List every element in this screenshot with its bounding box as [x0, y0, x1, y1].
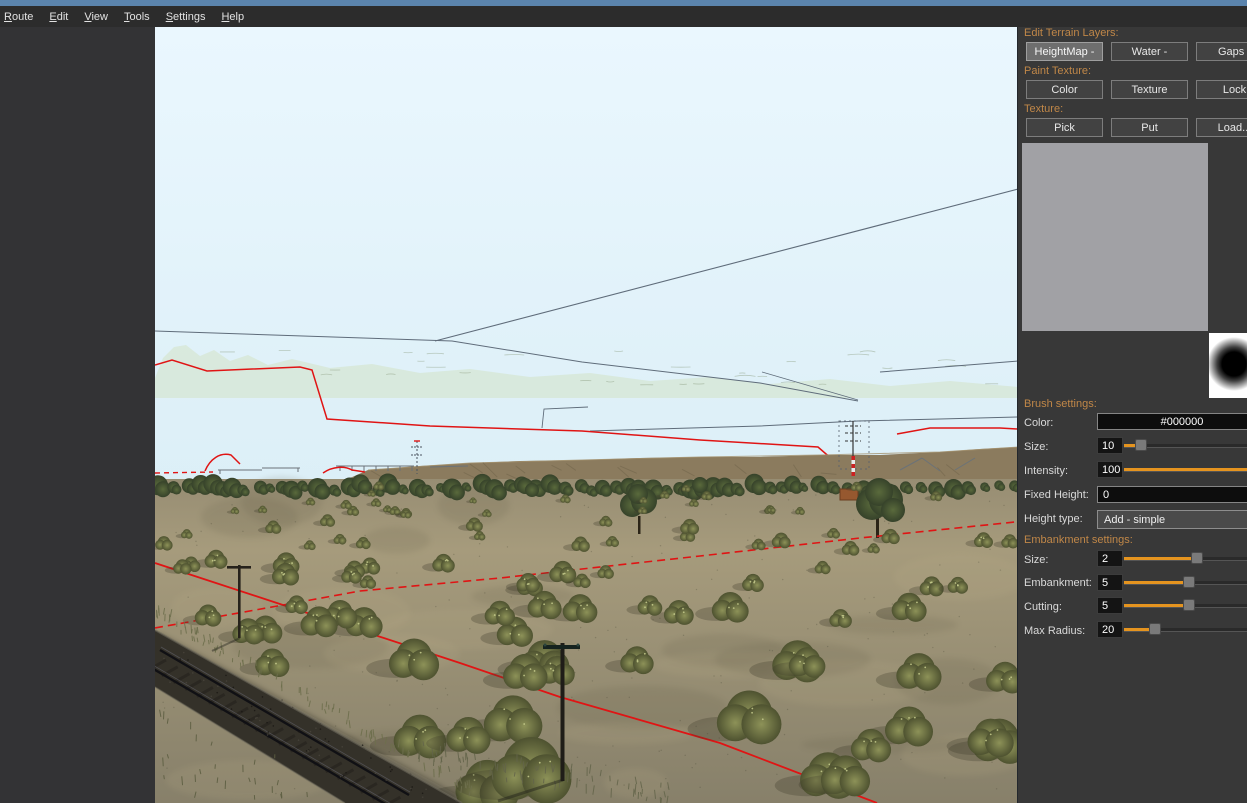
texture-load-button[interactable]: Load... — [1196, 118, 1247, 137]
embankment-field[interactable]: 5 — [1097, 574, 1123, 591]
texture-pick-button[interactable]: Pick — [1026, 118, 1103, 137]
fixed-height-label: Fixed Height: — [1024, 489, 1089, 501]
embankment-label: Embankment: — [1024, 577, 1092, 589]
height-type-dropdown[interactable]: Add - simple — [1097, 510, 1247, 529]
gaps-layer-button[interactable]: Gaps - — [1196, 42, 1247, 61]
slider-handle[interactable] — [1191, 552, 1203, 564]
menu-settings[interactable]: Settings — [165, 9, 207, 25]
embankment-settings-label: Embankment settings: — [1024, 534, 1133, 546]
edit-terrain-layers-label: Edit Terrain Layers: — [1024, 27, 1119, 39]
paint-texture-button[interactable]: Texture — [1111, 80, 1188, 99]
brush-settings-label: Brush settings: — [1024, 398, 1097, 410]
max-radius-label: Max Radius: — [1024, 625, 1085, 637]
menu-help[interactable]: Help — [220, 9, 245, 25]
slider-handle[interactable] — [1135, 439, 1147, 451]
brush-intensity-field[interactable]: 100 — [1097, 461, 1123, 478]
slider-handle[interactable] — [1149, 623, 1161, 635]
heightmap-layer-button[interactable]: HeightMap - — [1026, 42, 1103, 61]
paint-color-button[interactable]: Color — [1026, 80, 1103, 99]
paint-lock-button[interactable]: Lock — [1196, 80, 1247, 99]
height-type-label: Height type: — [1024, 513, 1083, 525]
cutting-label: Cutting: — [1024, 601, 1062, 613]
terrain-scene — [155, 27, 1018, 803]
menu-bar: Route Edit View Tools Settings Help — [0, 6, 1247, 27]
fixed-height-field[interactable]: 0 — [1097, 486, 1247, 503]
brush-intensity-slider[interactable] — [1124, 461, 1247, 478]
cutting-field[interactable]: 5 — [1097, 597, 1123, 614]
cutting-slider[interactable] — [1124, 597, 1247, 614]
left-empty-strip — [0, 27, 155, 803]
brush-size-field[interactable]: 10 — [1097, 437, 1123, 454]
slider-handle[interactable] — [1183, 599, 1195, 611]
slider-fill — [1124, 581, 1189, 584]
menu-tools[interactable]: Tools — [123, 9, 151, 25]
paint-texture-label: Paint Texture: — [1024, 65, 1091, 77]
slider-fill — [1124, 604, 1189, 607]
terrain-3d-viewport[interactable] — [155, 27, 1018, 803]
menu-view[interactable]: View — [83, 9, 109, 25]
brush-shape-preview — [1209, 333, 1247, 398]
embankment-size-field[interactable]: 2 — [1097, 550, 1123, 567]
embankment-size-label: Size: — [1024, 554, 1048, 566]
brush-color-label: Color: — [1024, 417, 1053, 429]
texture-put-button[interactable]: Put — [1111, 118, 1188, 137]
max-radius-field[interactable]: 20 — [1097, 621, 1123, 638]
brush-size-label: Size: — [1024, 441, 1048, 453]
brush-size-slider[interactable] — [1124, 437, 1247, 454]
terrain-tools-panel: Edit Terrain Layers: HeightMap - Water -… — [1018, 27, 1247, 803]
menu-edit[interactable]: Edit — [48, 9, 69, 25]
slider-handle[interactable] — [1183, 576, 1195, 588]
terrain-editor-app: { "window": { "titlebar_color": "#5b84ad… — [0, 0, 1247, 803]
embankment-slider[interactable] — [1124, 574, 1247, 591]
texture-preview — [1022, 143, 1208, 331]
brush-color-field[interactable]: #000000 — [1097, 413, 1247, 430]
slider-fill — [1124, 468, 1247, 471]
embankment-size-slider[interactable] — [1124, 550, 1247, 567]
texture-label: Texture: — [1024, 103, 1063, 115]
max-radius-slider[interactable] — [1124, 621, 1247, 638]
brush-intensity-label: Intensity: — [1024, 465, 1068, 477]
brush-blob — [1209, 333, 1247, 398]
slider-fill — [1124, 557, 1197, 560]
menu-route[interactable]: Route — [3, 9, 34, 25]
water-layer-button[interactable]: Water - — [1111, 42, 1188, 61]
